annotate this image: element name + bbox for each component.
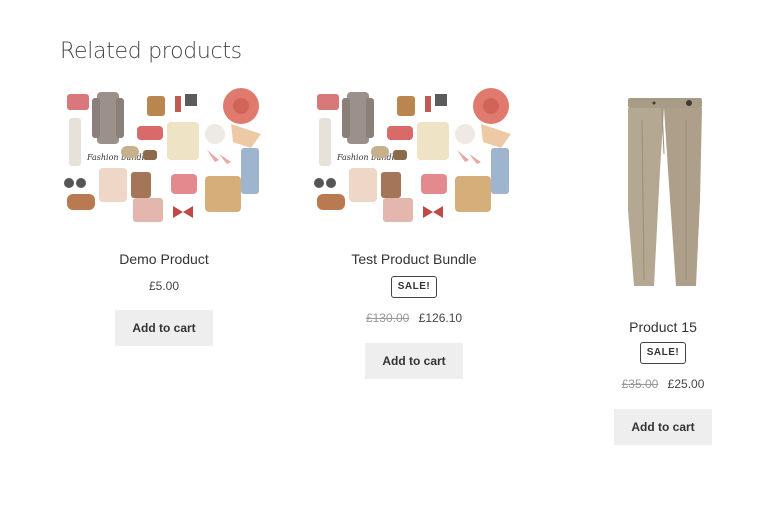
sale-price: £126.10: [418, 311, 463, 325]
add-to-cart-button[interactable]: Add to cart: [614, 409, 712, 445]
collage-caption: Fashion bundle: [336, 153, 399, 162]
product-card-demo-product: Fashion bundle Demo Product £5.00 Add to…: [59, 88, 269, 346]
old-price: £130.00: [365, 311, 410, 325]
add-to-cart-button[interactable]: Add to cart: [115, 310, 213, 346]
product-price: £130.00 £126.10: [309, 310, 519, 326]
product-title[interactable]: Test Product Bundle: [309, 250, 519, 268]
product-title[interactable]: Product 15: [558, 318, 768, 336]
product-card-product-15: Product 15 SALE! £35.00 £25.00 Add to ca…: [558, 90, 768, 445]
fashion-bundle-image: Fashion bundle: [59, 88, 269, 228]
section-title: Related products: [60, 39, 242, 64]
beige-trousers-image: [558, 90, 768, 290]
collage-caption: Fashion bundle: [86, 153, 149, 162]
old-price: £35.00: [621, 377, 659, 391]
fashion-bundle-image: Fashion bundle: [309, 88, 519, 228]
product-price: £35.00 £25.00: [558, 376, 768, 392]
product-image-link[interactable]: Fashion bundle: [309, 88, 519, 228]
product-title[interactable]: Demo Product: [59, 250, 269, 268]
sale-badge: SALE!: [390, 276, 438, 298]
sale-badge: SALE!: [639, 342, 687, 364]
product-card-test-product-bundle: Fashion bundle Test Product Bundle SALE!…: [309, 88, 519, 379]
add-to-cart-button[interactable]: Add to cart: [365, 343, 463, 379]
product-price: £5.00: [148, 279, 180, 293]
product-image-link[interactable]: [558, 90, 768, 290]
sale-price: £25.00: [667, 377, 705, 391]
product-image-link[interactable]: Fashion bundle: [59, 88, 269, 228]
